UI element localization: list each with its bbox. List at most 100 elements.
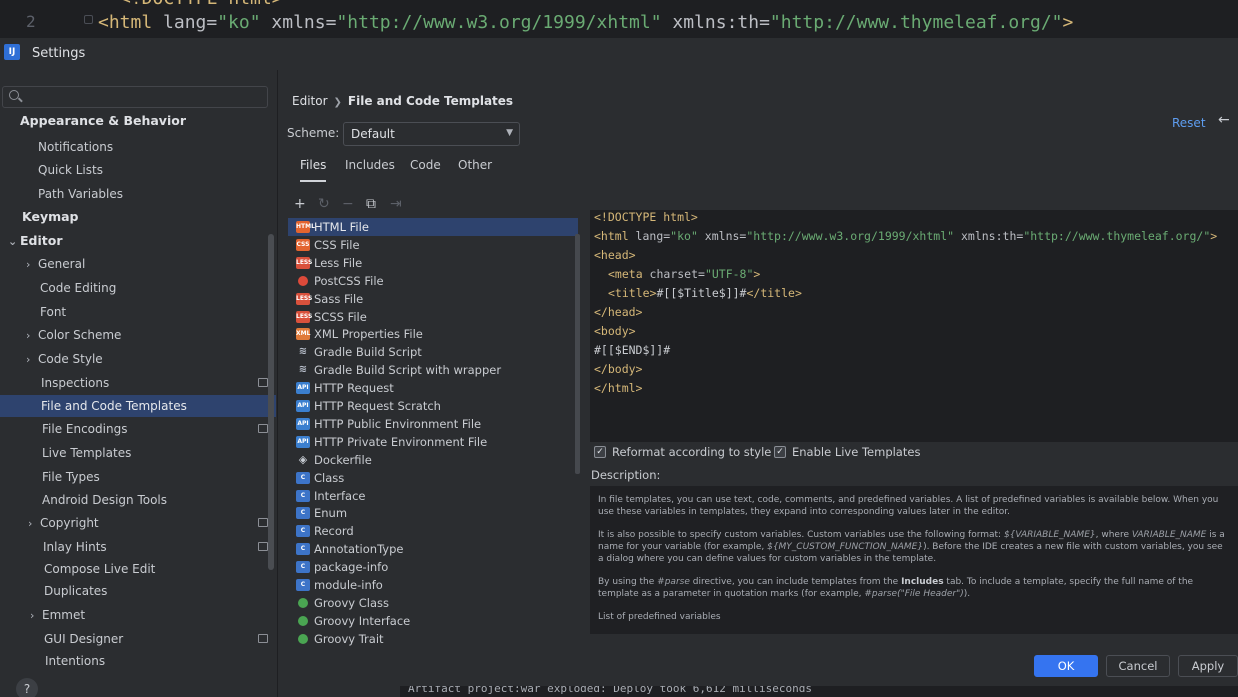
sidebar-item[interactable]: › Emmet — [30, 604, 268, 626]
list-item-label: AnnotationType — [314, 542, 404, 557]
list-item-label: Less File — [314, 255, 363, 270]
list-item[interactable]: API HTTP Request Scratch — [288, 397, 578, 415]
red-file-icon: LESS — [296, 310, 312, 323]
chevron-right-icon[interactable]: › — [26, 349, 38, 371]
chevron-right-icon[interactable]: › — [26, 254, 38, 276]
sidebar-item[interactable]: File Encodings — [42, 418, 268, 440]
sidebar-item[interactable]: Live Templates — [42, 442, 268, 464]
sidebar-item-label: Path Variables — [38, 187, 124, 201]
sidebar-scrollbar[interactable] — [268, 234, 274, 570]
docker-file-icon: ◈ — [298, 452, 308, 466]
sidebar-item[interactable]: Notifications — [38, 136, 268, 158]
sidebar-item[interactable]: › General — [26, 253, 268, 275]
sidebar-item[interactable]: › Copyright — [28, 512, 268, 534]
back-arrow-icon[interactable]: ← — [1218, 112, 1230, 128]
list-item[interactable]: API HTTP Public Environment File — [288, 415, 578, 433]
pc-file-icon — [298, 275, 308, 286]
list-item[interactable]: C Enum — [288, 504, 578, 522]
add-icon[interactable]: + — [294, 196, 306, 212]
search-input[interactable] — [2, 86, 268, 108]
list-item[interactable]: C Record — [288, 522, 578, 540]
list-item[interactable]: ≋ Gradle Build Script — [288, 343, 578, 361]
code-line: <!DOCTYPE html> — [594, 210, 698, 224]
live-templates-checkbox[interactable]: ✓ — [774, 446, 786, 458]
description-paragraph: In file templates, you can use text, cod… — [598, 495, 1219, 517]
reformat-checkbox[interactable]: ✓ — [594, 446, 606, 458]
list-item[interactable]: HTML HTML File — [288, 218, 578, 236]
list-item[interactable]: Groovy Interface — [288, 612, 578, 630]
sidebar-item[interactable]: Font — [40, 301, 268, 323]
list-item[interactable]: LESS SCSS File — [288, 308, 578, 326]
list-item[interactable]: Cmodule-info — [288, 576, 578, 594]
breadcrumb-parent[interactable]: Editor — [292, 94, 328, 108]
template-list-scrollbar[interactable] — [575, 234, 580, 474]
ok-button[interactable]: OK — [1034, 655, 1098, 677]
sidebar-item[interactable]: Inspections — [41, 372, 268, 394]
copy-icon[interactable]: ⧉ — [366, 196, 376, 212]
sidebar-item[interactable]: File Types — [42, 466, 268, 488]
sidebar-item[interactable]: Code Editing — [40, 277, 268, 299]
list-item[interactable]: C AnnotationType — [288, 540, 578, 558]
breadcrumb-current: File and Code Templates — [347, 94, 514, 108]
chevron-right-icon[interactable]: › — [30, 605, 42, 627]
apply-button[interactable]: Apply — [1178, 655, 1238, 677]
chevron-right-icon: ❯ — [333, 97, 342, 108]
code-line: <title>#[[$Title$]]#</title> — [608, 286, 802, 300]
sidebar-item[interactable]: Compose Live Edit — [44, 558, 268, 580]
chevron-right-icon[interactable]: › — [28, 513, 40, 535]
list-item-label: module-info — [314, 578, 383, 592]
tab-code[interactable]: Code — [410, 158, 441, 182]
list-item-label: HTTP Request — [314, 381, 394, 396]
sidebar-item-label: Live Templates — [42, 446, 132, 460]
list-item[interactable]: ≋ Gradle Build Script with wrapper — [288, 361, 578, 379]
list-item[interactable]: C Class — [288, 469, 578, 487]
remove-icon[interactable]: − — [342, 196, 354, 212]
fold-icon[interactable] — [84, 15, 93, 24]
list-item[interactable]: C Interface — [288, 487, 578, 505]
dialog-title: Settings — [32, 46, 86, 61]
chevron-down-icon[interactable]: ⌄ — [8, 231, 20, 253]
list-item[interactable]: LESS Less File — [288, 254, 578, 272]
help-icon[interactable]: ? — [16, 678, 38, 697]
sidebar-item[interactable]: File and Code Templates — [0, 395, 276, 417]
list-item[interactable]: ◈ Dockerfile — [288, 451, 578, 469]
list-item[interactable]: LESS Sass File — [288, 290, 578, 308]
child-template-icon[interactable]: ⇥ — [390, 196, 402, 212]
list-item[interactable]: API HTTP Private Environment File — [288, 433, 578, 451]
sidebar-item[interactable]: Keymap — [22, 206, 268, 228]
reset-link[interactable]: Reset — [1172, 116, 1206, 130]
scheme-value: Default — [351, 127, 395, 141]
http-file-icon: API — [296, 400, 310, 412]
sidebar-item-label: Compose Live Edit — [44, 562, 156, 576]
list-item[interactable]: XML XML Properties File — [288, 325, 578, 343]
code-line: <html lang="ko" xmlns="http://www.w3.org… — [594, 229, 1218, 243]
list-item[interactable]: PostCSS File — [288, 272, 578, 290]
sidebar-item[interactable]: › Color Scheme — [26, 324, 268, 346]
sidebar-item[interactable]: Android Design Tools — [42, 489, 268, 511]
sidebar-item[interactable]: Quick Lists — [38, 159, 268, 181]
sidebar-item[interactable]: Appearance & Behavior — [20, 110, 268, 132]
tab-files[interactable]: Files — [300, 158, 327, 182]
list-item-label: Interface — [314, 488, 366, 503]
template-editor[interactable]: <!DOCTYPE html> <html lang="ko" xmlns="h… — [590, 210, 1238, 442]
sidebar-item[interactable]: Duplicates — [44, 580, 268, 602]
sidebar-item[interactable]: Path Variables — [38, 183, 268, 205]
sidebar-item-label: Inspections — [41, 376, 110, 390]
chevron-right-icon[interactable]: › — [26, 325, 38, 347]
tab-includes[interactable]: Includes — [345, 158, 395, 182]
list-item[interactable]: CSS CSS File — [288, 236, 578, 254]
tab-other[interactable]: Other — [458, 158, 492, 182]
list-item[interactable]: API HTTP Request — [288, 379, 578, 397]
cancel-button[interactable]: Cancel — [1106, 655, 1170, 677]
sidebar-item[interactable]: ⌄ Editor — [8, 230, 268, 252]
sidebar-item[interactable]: Inlay Hints — [43, 536, 268, 558]
java-file-icon: C — [296, 471, 310, 484]
list-item[interactable]: Groovy Trait — [288, 630, 578, 648]
scheme-dropdown[interactable]: Default ▼ — [343, 122, 520, 146]
sidebar-item[interactable]: GUI Designer — [44, 628, 268, 650]
reset-template-icon[interactable]: ↻ — [318, 196, 330, 212]
sidebar-item[interactable]: Intentions — [45, 650, 268, 672]
list-item[interactable]: Groovy Class — [288, 594, 578, 612]
sidebar-item[interactable]: › Code Style — [26, 348, 268, 370]
list-item[interactable]: Cpackage-info — [288, 558, 578, 576]
